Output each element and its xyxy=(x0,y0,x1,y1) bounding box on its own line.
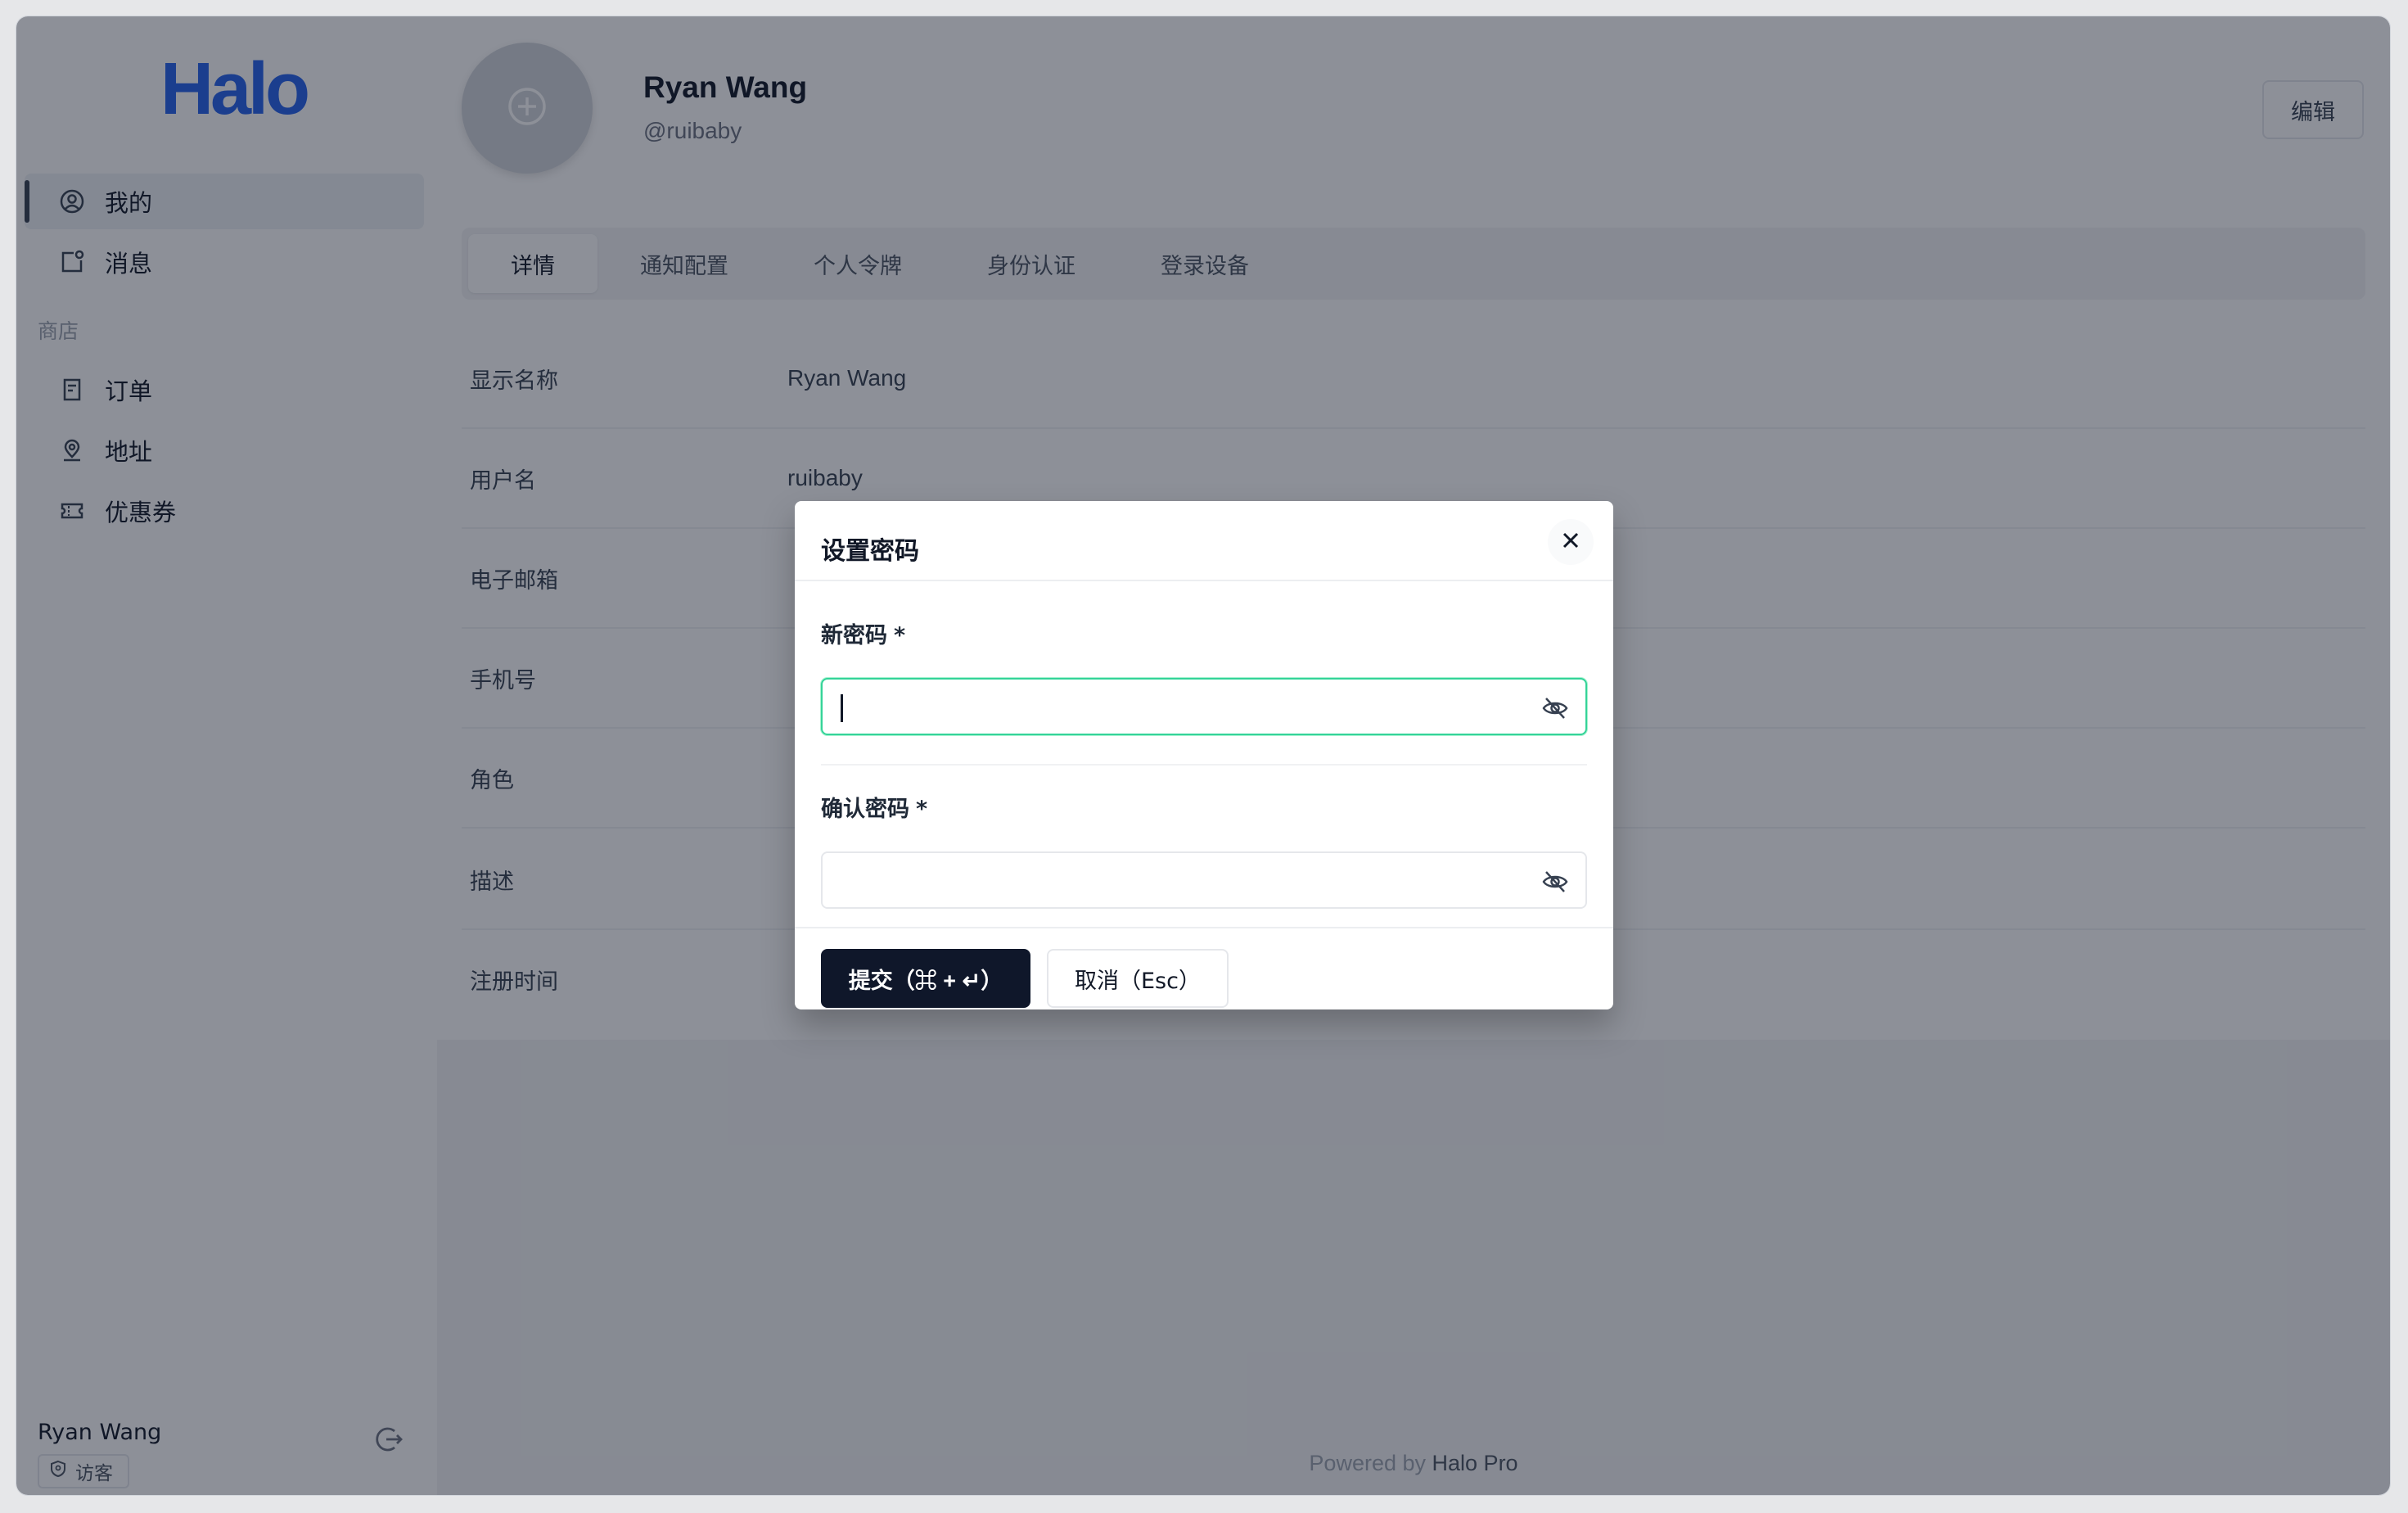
close-button[interactable] xyxy=(1548,519,1594,565)
new-password-label: 新密码 * xyxy=(821,617,905,649)
required-mark: * xyxy=(894,623,906,648)
field-divider xyxy=(821,764,1587,766)
new-password-input[interactable] xyxy=(839,680,1530,735)
dialog-header-divider xyxy=(795,580,1613,581)
eye-off-icon[interactable] xyxy=(1541,868,1569,896)
eye-off-icon[interactable] xyxy=(1541,694,1569,722)
app-window: Halo 我的 消息 商店 订单 地址 优惠券 Ryan Wang 访客 Rya… xyxy=(16,16,2390,1495)
dialog-title: 设置密码 xyxy=(821,537,919,566)
required-mark: * xyxy=(916,797,928,822)
text-caret xyxy=(841,694,843,722)
new-password-field[interactable] xyxy=(821,678,1587,735)
confirm-password-label-text: 确认密码 xyxy=(821,797,909,822)
confirm-password-field[interactable] xyxy=(821,851,1587,909)
cancel-button[interactable]: 取消（Esc） xyxy=(1047,949,1229,1008)
new-password-label-text: 新密码 xyxy=(821,623,887,648)
confirm-password-label: 确认密码 * xyxy=(821,791,927,823)
confirm-password-input[interactable] xyxy=(839,853,1530,909)
set-password-dialog: 设置密码 新密码 * 确认密码 * 提交（⌘ + ↵） 取消（Esc） xyxy=(795,501,1613,1009)
close-icon xyxy=(1560,530,1581,554)
submit-button[interactable]: 提交（⌘ + ↵） xyxy=(821,949,1030,1008)
dialog-footer-divider xyxy=(795,927,1613,928)
